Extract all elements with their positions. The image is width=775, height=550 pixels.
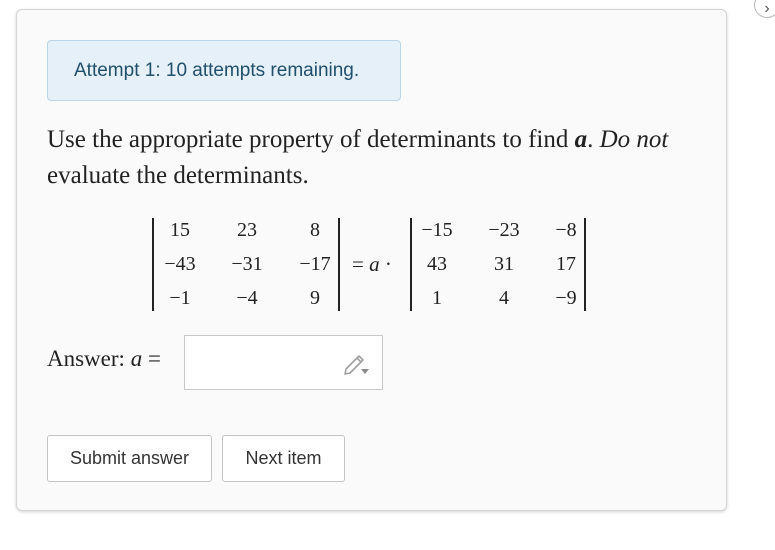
dot-operator: · <box>384 252 392 276</box>
right-matrix-cell: −9 <box>555 287 577 309</box>
right-matrix-cell: 1 <box>432 287 442 309</box>
left-matrix-cell: 15 <box>170 219 190 241</box>
answer-label: Answer: a = <box>47 346 161 372</box>
right-matrix-cell: 17 <box>556 253 576 275</box>
right-matrix-cell: −8 <box>555 219 577 241</box>
submit-answer-label: Submit answer <box>69 448 190 468</box>
question-variable: a <box>574 126 588 153</box>
left-matrix-cell: −17 <box>299 253 331 275</box>
attempts-alert: Attempt 1: 10 attempts remaining. <box>47 40 401 101</box>
question-period: . <box>587 126 600 153</box>
next-item-label: Next item <box>245 448 322 468</box>
left-matrix-cell: −43 <box>164 253 196 275</box>
right-matrix-cell: −15 <box>421 219 453 241</box>
equation-middle: = a · <box>352 252 392 277</box>
question-text-after: evaluate the determinants. <box>47 162 309 189</box>
caret-down-icon <box>361 369 369 374</box>
submit-answer-button[interactable]: Submit answer <box>47 435 212 482</box>
left-matrix-cell: −4 <box>236 287 258 309</box>
question-text-before: Use the appropriate property of determin… <box>47 126 575 153</box>
answer-variable: a <box>130 346 143 371</box>
equals-sign: = <box>352 252 364 276</box>
scalar-variable: a <box>369 252 380 276</box>
next-item-button[interactable]: Next item <box>222 435 345 482</box>
left-matrix-cell: 8 <box>310 219 320 241</box>
question-emphasis: Do not <box>599 126 669 153</box>
left-matrix-cell: −1 <box>169 287 191 309</box>
answer-input[interactable] <box>184 335 383 390</box>
right-matrix-cell: −23 <box>488 219 520 241</box>
answer-label-text: Answer: <box>47 346 125 371</box>
left-matrix-cell: 9 <box>310 287 320 309</box>
attempts-text: Attempt 1: 10 attempts remaining. <box>74 59 360 81</box>
right-matrix-cell: 43 <box>427 253 447 275</box>
left-matrix-cell: 23 <box>237 219 257 241</box>
question-text: Use the appropriate property of determin… <box>47 122 707 194</box>
answer-equals-sign: = <box>147 346 161 371</box>
left-matrix-cell: −31 <box>231 253 263 275</box>
right-matrix-cell: 4 <box>499 287 509 309</box>
pencil-icon[interactable] <box>342 350 370 376</box>
chevron-right-icon[interactable]: › <box>754 0 775 18</box>
right-matrix-cell: 31 <box>494 253 514 275</box>
